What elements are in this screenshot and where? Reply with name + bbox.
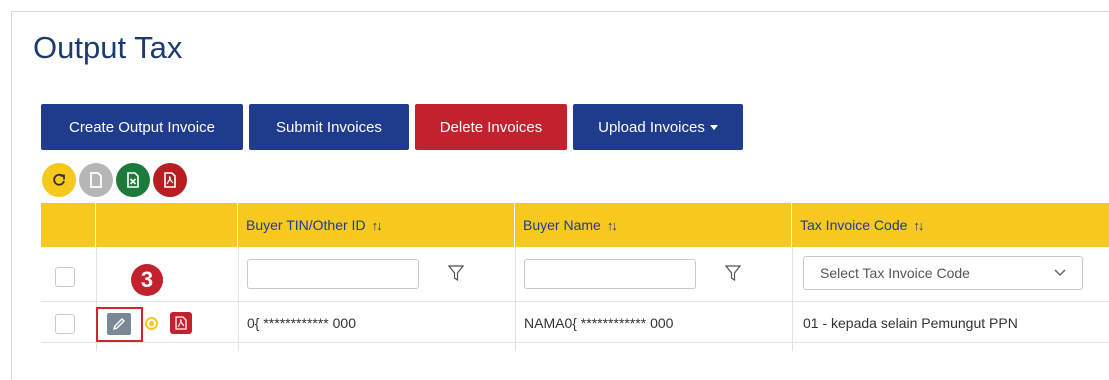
delete-invoices-button[interactable]: Delete Invoices (415, 104, 567, 150)
header-buyer-tin[interactable]: Buyer TIN/Other ID ↑↓ (238, 203, 515, 247)
tax-code-select-placeholder: Select Tax Invoice Code (820, 265, 970, 281)
column-divider (238, 247, 239, 351)
upload-invoices-label: Upload Invoices (598, 118, 705, 136)
select-all-checkbox[interactable] (55, 267, 75, 287)
buyer-tin-cell: 0{ ************ 000 (247, 315, 356, 331)
buyer-tin-filter-input[interactable] (247, 259, 419, 289)
upload-invoices-dropdown[interactable]: Upload Invoices (573, 104, 743, 150)
pdf-icon (164, 172, 176, 188)
export-excel-button[interactable] (116, 163, 150, 197)
header-actions-col (96, 203, 238, 247)
tax-code-select[interactable]: Select Tax Invoice Code (803, 256, 1083, 290)
sort-icon[interactable]: ↑↓ (607, 218, 618, 233)
column-divider (515, 247, 516, 351)
document-button[interactable] (79, 163, 113, 197)
pencil-icon (112, 318, 125, 331)
document-icon (90, 172, 102, 188)
header-tax-code[interactable]: Tax Invoice Code ↑↓ (792, 203, 1109, 247)
sort-icon[interactable]: ↑↓ (372, 218, 383, 233)
status-radio[interactable] (145, 317, 158, 330)
header-buyer-name-label: Buyer Name (523, 217, 601, 233)
refresh-icon (53, 173, 65, 186)
pdf-icon (175, 316, 187, 330)
page-title: Output Tax (33, 30, 183, 65)
step-badge: 3 (131, 264, 163, 296)
chevron-down-icon (1054, 269, 1066, 277)
refresh-button[interactable] (42, 163, 76, 197)
invoice-table: Buyer TIN/Other ID ↑↓ Buyer Name ↑↓ Tax … (41, 203, 1109, 351)
caret-down-icon (709, 124, 718, 130)
sort-icon[interactable]: ↑↓ (913, 218, 924, 233)
buyer-name-cell: NAMA0{ ************ 000 (524, 315, 674, 331)
edit-button[interactable] (107, 313, 131, 335)
create-output-invoice-button[interactable]: Create Output Invoice (41, 104, 243, 150)
row-pdf-button[interactable] (170, 312, 192, 334)
buyer-name-filter-input[interactable] (524, 259, 696, 289)
header-tax-code-label: Tax Invoice Code (800, 217, 908, 233)
column-divider (792, 247, 793, 351)
row-checkbox[interactable] (55, 314, 75, 334)
header-buyer-name[interactable]: Buyer Name ↑↓ (515, 203, 792, 247)
export-pdf-button[interactable] (153, 163, 187, 197)
tax-code-cell: 01 - kepada selain Pemungut PPN (803, 315, 1018, 331)
filter-icon[interactable] (448, 265, 464, 281)
submit-invoices-button[interactable]: Submit Invoices (249, 104, 409, 150)
header-buyer-tin-label: Buyer TIN/Other ID (246, 217, 366, 233)
filter-icon[interactable] (725, 265, 741, 281)
excel-icon (127, 172, 139, 188)
header-select-col (41, 203, 96, 247)
